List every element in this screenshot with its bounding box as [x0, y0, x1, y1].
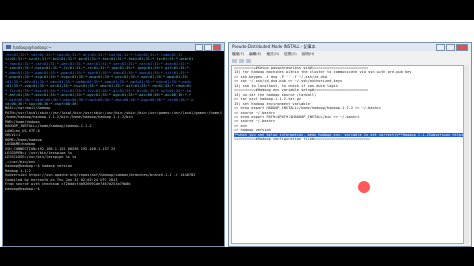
- notepad-text-area[interactable]: ==========#Setup passphraseless ssh#====…: [231, 65, 464, 244]
- letterbox-bottom: [0, 247, 474, 266]
- notepad-window[interactable]: Pseudo-Distributed Mode INSTALL - 記事本 檔案…: [228, 42, 472, 247]
- highlighted-line: Hadoop 1.1.2: [402, 132, 429, 138]
- terminal-titlebar[interactable]: hadoop@hadoop:~: [3, 43, 224, 51]
- toolbar-icon[interactable]: [246, 58, 251, 63]
- mouse-cursor-highlight: [358, 181, 370, 193]
- letterbox-top: [0, 0, 474, 20]
- highlighted-line: Subversion https://svn.apache.org/repos/…: [428, 132, 463, 138]
- menu-item[interactable]: 編輯(E): [249, 52, 261, 57]
- toolbar: [229, 57, 471, 64]
- vertical-scrollbar[interactable]: [464, 65, 469, 244]
- terminal-output[interactable]: :ex=01;32:*.tar=01;31:*.tgz=01;31:*.arj=…: [5, 53, 222, 244]
- maximize-icon[interactable]: [204, 43, 212, 51]
- toolbar-icon[interactable]: [239, 58, 244, 63]
- minimize-icon[interactable]: [195, 43, 203, 51]
- close-icon[interactable]: [213, 43, 221, 51]
- maximize-icon[interactable]: [446, 43, 455, 51]
- menu-item[interactable]: 檔案(F): [232, 52, 244, 57]
- toolbar-icon[interactable]: [232, 58, 237, 63]
- terminal-title: hadoop@hadoop:~: [13, 44, 52, 50]
- terminal-line: *.emf=01;35:*.axv=01;35:*.anx=01;35:*.og…: [5, 93, 192, 98]
- terminal-icon: [6, 45, 11, 49]
- notepad-title: Pseudo-Distributed Mode INSTALL - 記事本: [232, 44, 316, 49]
- close-icon[interactable]: [456, 43, 468, 51]
- terminal-line: =01;35:*.vob=01;35:*.qt=01;35:*.nuv=01;3…: [5, 84, 192, 89]
- terminal-window[interactable]: hadoop@hadoop:~ :ex=01;32:*.tar=01;31:*.…: [2, 42, 225, 247]
- minimize-icon[interactable]: [436, 43, 445, 51]
- window-controls: [195, 43, 221, 51]
- text-line: ==========#Hadoop configuration file#===…: [234, 137, 371, 142]
- menu-item[interactable]: 格式(O): [266, 52, 279, 57]
- terminal-line: hadoop@hadoop:~$: [5, 186, 42, 191]
- notepad-titlebar[interactable]: Pseudo-Distributed Mode INSTALL - 記事本: [229, 43, 471, 51]
- menu-item[interactable]: 檢視(V): [284, 52, 296, 57]
- menu-item[interactable]: 說明(H): [302, 52, 315, 57]
- window-controls: [436, 43, 468, 51]
